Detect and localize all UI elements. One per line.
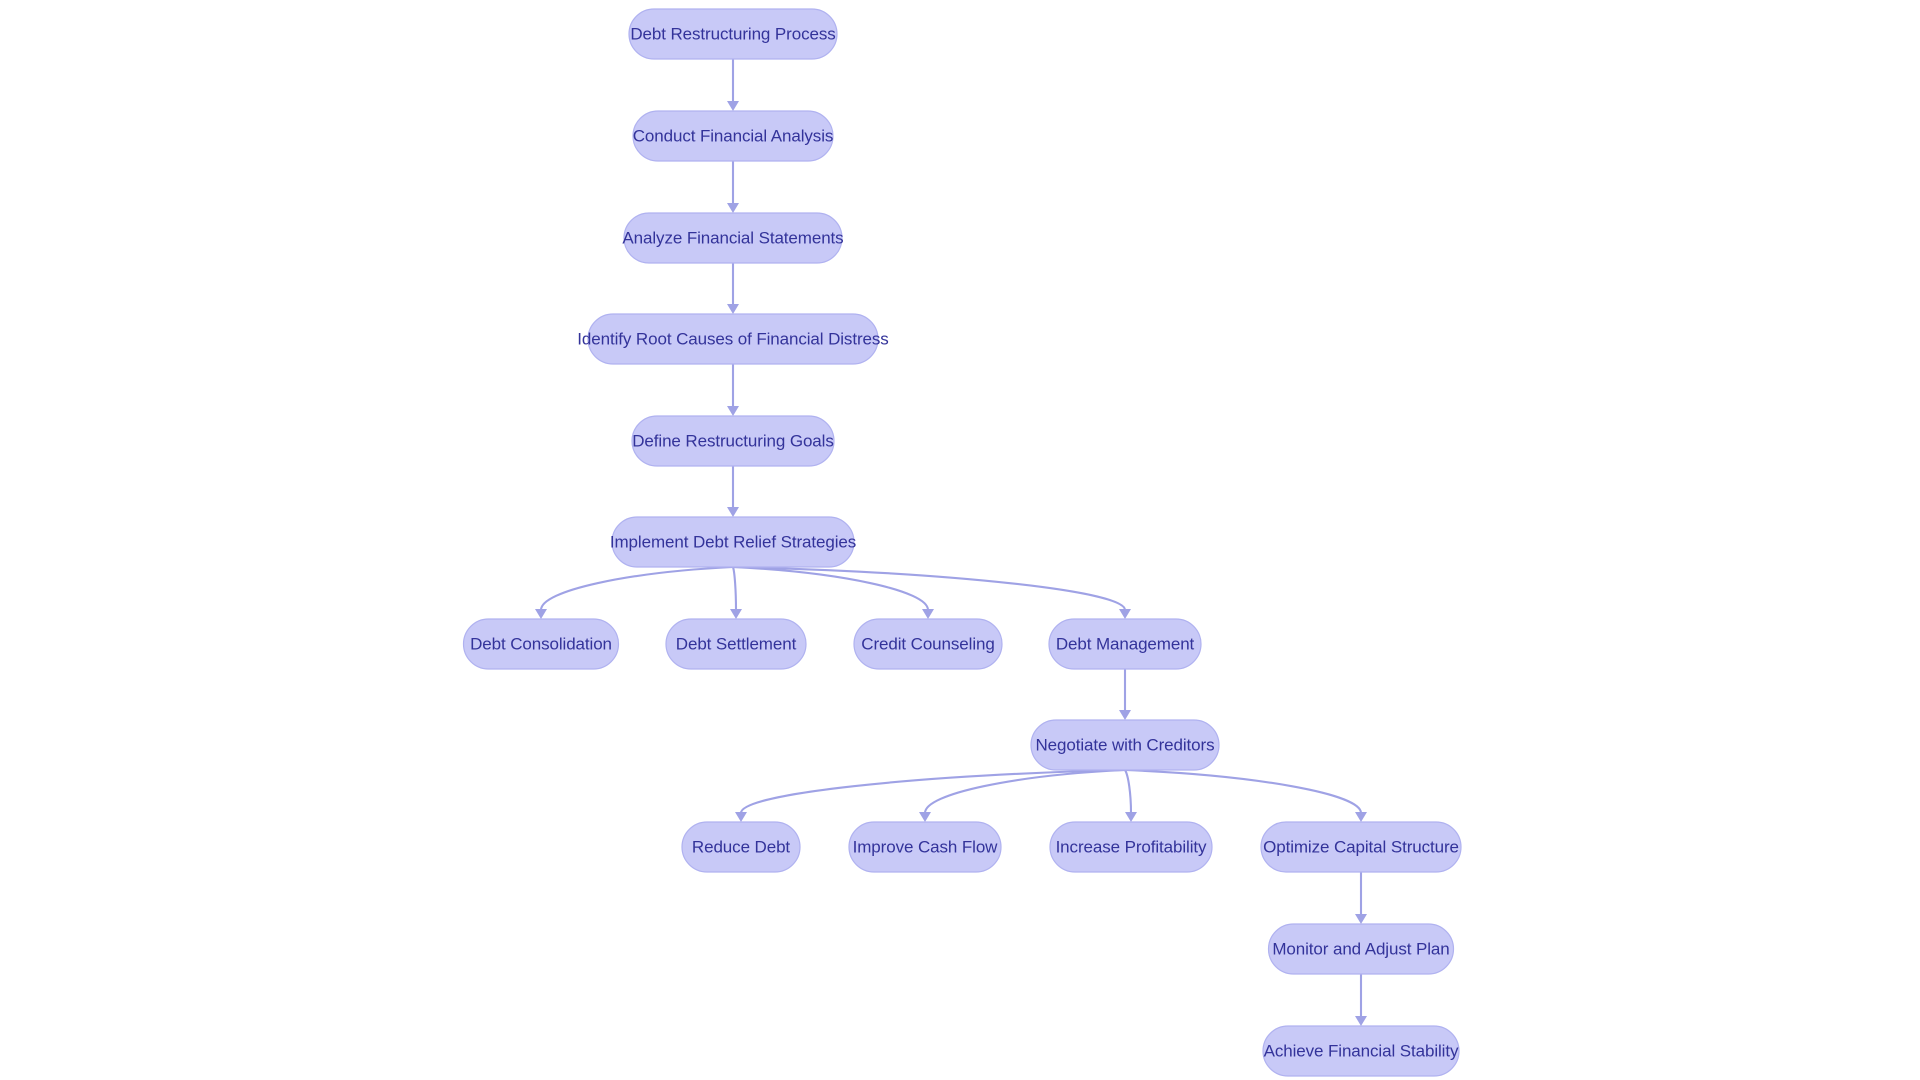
arrowhead-icon: [727, 203, 739, 213]
arrowhead-icon: [919, 812, 931, 822]
edge-negotiate-with-creditors-to-reduce-debt: [735, 768, 1126, 822]
edge-implement-debt-relief-strategies-to-debt-consolidation: [535, 565, 734, 619]
arrowhead-icon: [727, 101, 739, 111]
node-shape[interactable]: [1030, 719, 1220, 771]
node-negotiate-with-creditors[interactable]: Negotiate with Creditors: [1030, 719, 1220, 771]
edge-monitor-and-adjust-plan-to-achieve-financial-stability: [1355, 974, 1367, 1026]
node-shape[interactable]: [623, 212, 843, 264]
node-shape[interactable]: [587, 313, 879, 365]
edge-negotiate-with-creditors-to-optimize-capital-structure: [1124, 768, 1367, 822]
node-improve-cash-flow[interactable]: Improve Cash Flow: [848, 821, 1002, 873]
arrowhead-icon: [535, 609, 547, 619]
edge-negotiate-with-creditors-to-increase-profitability: [1124, 769, 1137, 822]
arrowhead-icon: [1355, 812, 1367, 822]
node-shape[interactable]: [632, 110, 834, 162]
edge-analyze-financial-statements-to-identify-root-causes-of-financial-distress: [727, 263, 739, 314]
node-implement-debt-relief-strategies[interactable]: Implement Debt Relief Strategies: [610, 516, 856, 568]
node-shape[interactable]: [665, 618, 807, 670]
arrowhead-icon: [730, 609, 742, 619]
arrowhead-icon: [1119, 710, 1131, 720]
arrowhead-icon: [1355, 914, 1367, 924]
node-shape[interactable]: [1049, 821, 1213, 873]
node-shape[interactable]: [611, 516, 855, 568]
arrowhead-icon: [727, 406, 739, 416]
node-reduce-debt[interactable]: Reduce Debt: [681, 821, 801, 873]
node-achieve-financial-stability[interactable]: Achieve Financial Stability: [1262, 1025, 1460, 1077]
edge-define-restructuring-goals-to-implement-debt-relief-strategies: [727, 466, 739, 517]
node-monitor-and-adjust-plan[interactable]: Monitor and Adjust Plan: [1267, 923, 1455, 975]
node-debt-management[interactable]: Debt Management: [1048, 618, 1202, 670]
node-debt-restructuring-process[interactable]: Debt Restructuring Process: [628, 8, 838, 60]
node-shape[interactable]: [1267, 923, 1455, 975]
node-analyze-financial-statements[interactable]: Analyze Financial Statements: [622, 212, 844, 264]
node-shape[interactable]: [631, 415, 835, 467]
edge-identify-root-causes-of-financial-distress-to-define-restructuring-goals: [727, 364, 739, 416]
edge-conduct-financial-analysis-to-analyze-financial-statements: [727, 161, 739, 213]
node-shape[interactable]: [1262, 1025, 1460, 1077]
node-layer: Debt Restructuring Process Conduct Financ…: [462, 8, 1462, 1077]
node-debt-settlement[interactable]: Debt Settlement: [665, 618, 807, 670]
node-shape[interactable]: [681, 821, 801, 873]
node-define-restructuring-goals[interactable]: Define Restructuring Goals: [631, 415, 835, 467]
node-shape[interactable]: [462, 618, 620, 670]
node-debt-consolidation[interactable]: Debt Consolidation: [462, 618, 620, 670]
arrowhead-icon: [1125, 812, 1137, 822]
node-shape[interactable]: [628, 8, 838, 60]
node-credit-counseling[interactable]: Credit Counseling: [853, 618, 1003, 670]
edge-optimize-capital-structure-to-monitor-and-adjust-plan: [1355, 872, 1367, 924]
node-shape[interactable]: [1260, 821, 1462, 873]
arrowhead-icon: [727, 507, 739, 517]
edge-debt-restructuring-process-to-conduct-financial-analysis: [727, 59, 739, 111]
arrowhead-icon: [735, 812, 747, 822]
arrowhead-icon: [727, 304, 739, 314]
node-shape[interactable]: [853, 618, 1003, 670]
arrowhead-icon: [1119, 609, 1131, 619]
flowchart-canvas: Debt Restructuring Process Conduct Financ…: [0, 0, 1920, 1080]
node-optimize-capital-structure[interactable]: Optimize Capital Structure: [1260, 821, 1462, 873]
node-shape[interactable]: [1048, 618, 1202, 670]
arrowhead-icon: [1355, 1016, 1367, 1026]
edge-debt-management-to-negotiate-with-creditors: [1119, 669, 1131, 720]
flowchart-svg: Debt Restructuring Process Conduct Financ…: [462, 8, 1462, 1077]
node-increase-profitability[interactable]: Increase Profitability: [1049, 821, 1213, 873]
node-shape[interactable]: [848, 821, 1002, 873]
arrowhead-icon: [922, 609, 934, 619]
node-conduct-financial-analysis[interactable]: Conduct Financial Analysis: [632, 110, 834, 162]
node-identify-root-causes-of-financial-distress[interactable]: Identify Root Causes of Financial Distre…: [577, 313, 889, 365]
edge-implement-debt-relief-strategies-to-debt-settlement: [730, 566, 742, 619]
